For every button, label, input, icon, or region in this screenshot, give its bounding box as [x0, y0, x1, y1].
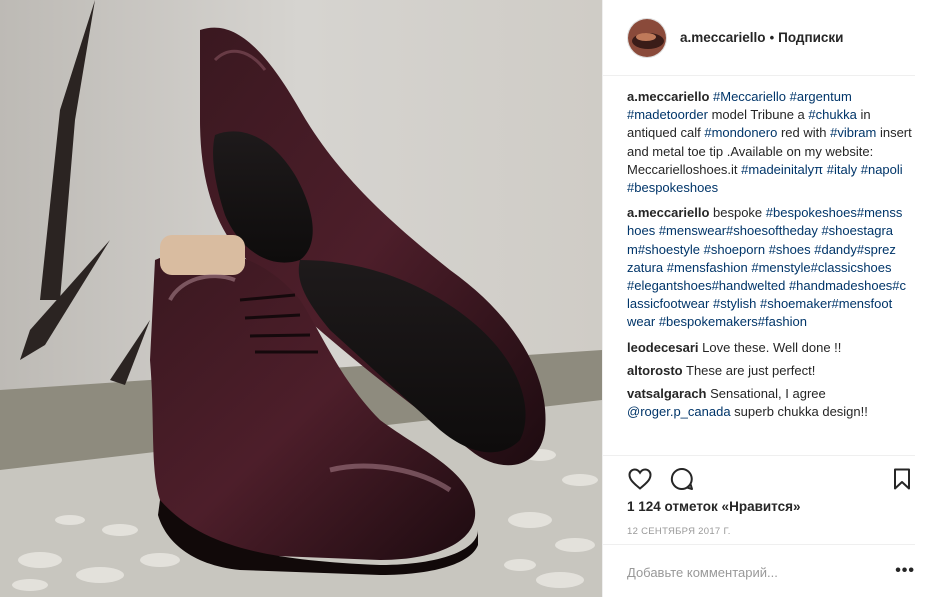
- comment-text: red with: [777, 125, 831, 141]
- avatar[interactable]: [627, 17, 667, 58]
- hashtag-link[interactable]: #elegantshoes#handwelted: [627, 278, 785, 293]
- header-separator: •: [769, 30, 775, 45]
- hashtag-link[interactable]: #vibram: [830, 125, 876, 140]
- comments-list: a.meccariello #Meccariello #argentum #ma…: [627, 88, 917, 426]
- hashtag-link[interactable]: #argentum: [790, 89, 852, 104]
- comment-item: a.meccariello #Meccariello #argentum #ma…: [627, 88, 917, 197]
- hashtag-link[interactable]: #stylish: [713, 296, 756, 311]
- post-sidebar: a.meccariello • Подписки a.meccariello #…: [602, 0, 937, 597]
- likes-count[interactable]: 1 124 отметок «Нравится»: [627, 499, 801, 514]
- comment-text: bespoke: [713, 205, 766, 221]
- follow-button[interactable]: Подписки: [778, 30, 843, 45]
- comment-username[interactable]: leodecesari: [627, 340, 699, 355]
- comment-text: These are just perfect!: [682, 362, 816, 378]
- comment-item: a.meccariello bespoke #bespokeshoes#mens…: [627, 204, 917, 331]
- comment-item: vatsalgarach Sensational, I agree @roger…: [627, 385, 917, 421]
- comment-text: superb chukka design!!: [730, 404, 868, 420]
- post-container: a.meccariello • Подписки a.meccariello #…: [0, 0, 937, 597]
- hashtag-link[interactable]: #menswear#shoesoftheday: [659, 223, 818, 238]
- comment-icon[interactable]: [669, 466, 695, 492]
- comment-item: leodecesari Love these. Well done !!: [627, 339, 917, 357]
- header-username[interactable]: a.meccariello: [680, 30, 766, 45]
- add-comment-bar: Добавьте комментарий... •••: [603, 544, 915, 597]
- hashtag-link[interactable]: #chukka: [808, 107, 856, 122]
- post-header: a.meccariello • Подписки: [603, 0, 915, 76]
- hashtag-link[interactable]: #napoli: [861, 162, 903, 177]
- hashtag-link[interactable]: #mondonero: [704, 125, 777, 140]
- post-photo[interactable]: [0, 0, 602, 597]
- comment-item: altorosto These are just perfect!: [627, 362, 917, 380]
- more-options-icon[interactable]: •••: [895, 562, 915, 580]
- post-date: 12 сентября 2017 г.: [627, 526, 731, 537]
- heart-icon[interactable]: [627, 466, 653, 492]
- comment-username[interactable]: a.meccariello: [627, 89, 709, 104]
- comment-text: Sensational, I agree: [706, 386, 826, 402]
- bookmark-icon[interactable]: [889, 466, 915, 492]
- hashtag-link[interactable]: #bespokemakers#fashion: [659, 314, 807, 329]
- hashtag-link[interactable]: #bespokeshoes: [627, 180, 718, 195]
- hashtag-link[interactable]: #mensfashion: [667, 260, 748, 275]
- hashtag-link[interactable]: #madeinitalyπ: [741, 162, 823, 177]
- mention-link[interactable]: @roger.p_canada: [627, 404, 731, 419]
- comment-username[interactable]: vatsalgarach: [627, 386, 707, 401]
- comment-username[interactable]: altorosto: [627, 363, 683, 378]
- hashtag-link[interactable]: #italy: [827, 162, 857, 177]
- action-bar: 1 124 отметок «Нравится» 12 сентября 201…: [603, 455, 915, 537]
- hashtag-link[interactable]: #menstyle#classicshoes: [751, 260, 891, 275]
- hashtag-link[interactable]: #madetoorder: [627, 107, 708, 122]
- comment-text: Love these. Well done !!: [698, 339, 842, 355]
- boots-illustration: [0, 0, 602, 597]
- comment-username[interactable]: a.meccariello: [627, 205, 709, 220]
- add-comment-input[interactable]: Добавьте комментарий...: [627, 565, 778, 580]
- hashtag-link[interactable]: #shoeporn: [704, 242, 765, 257]
- hashtag-link[interactable]: #Meccariello: [713, 89, 786, 104]
- hashtag-link[interactable]: #shoes: [769, 242, 811, 257]
- comment-text: model Tribune a: [707, 107, 809, 123]
